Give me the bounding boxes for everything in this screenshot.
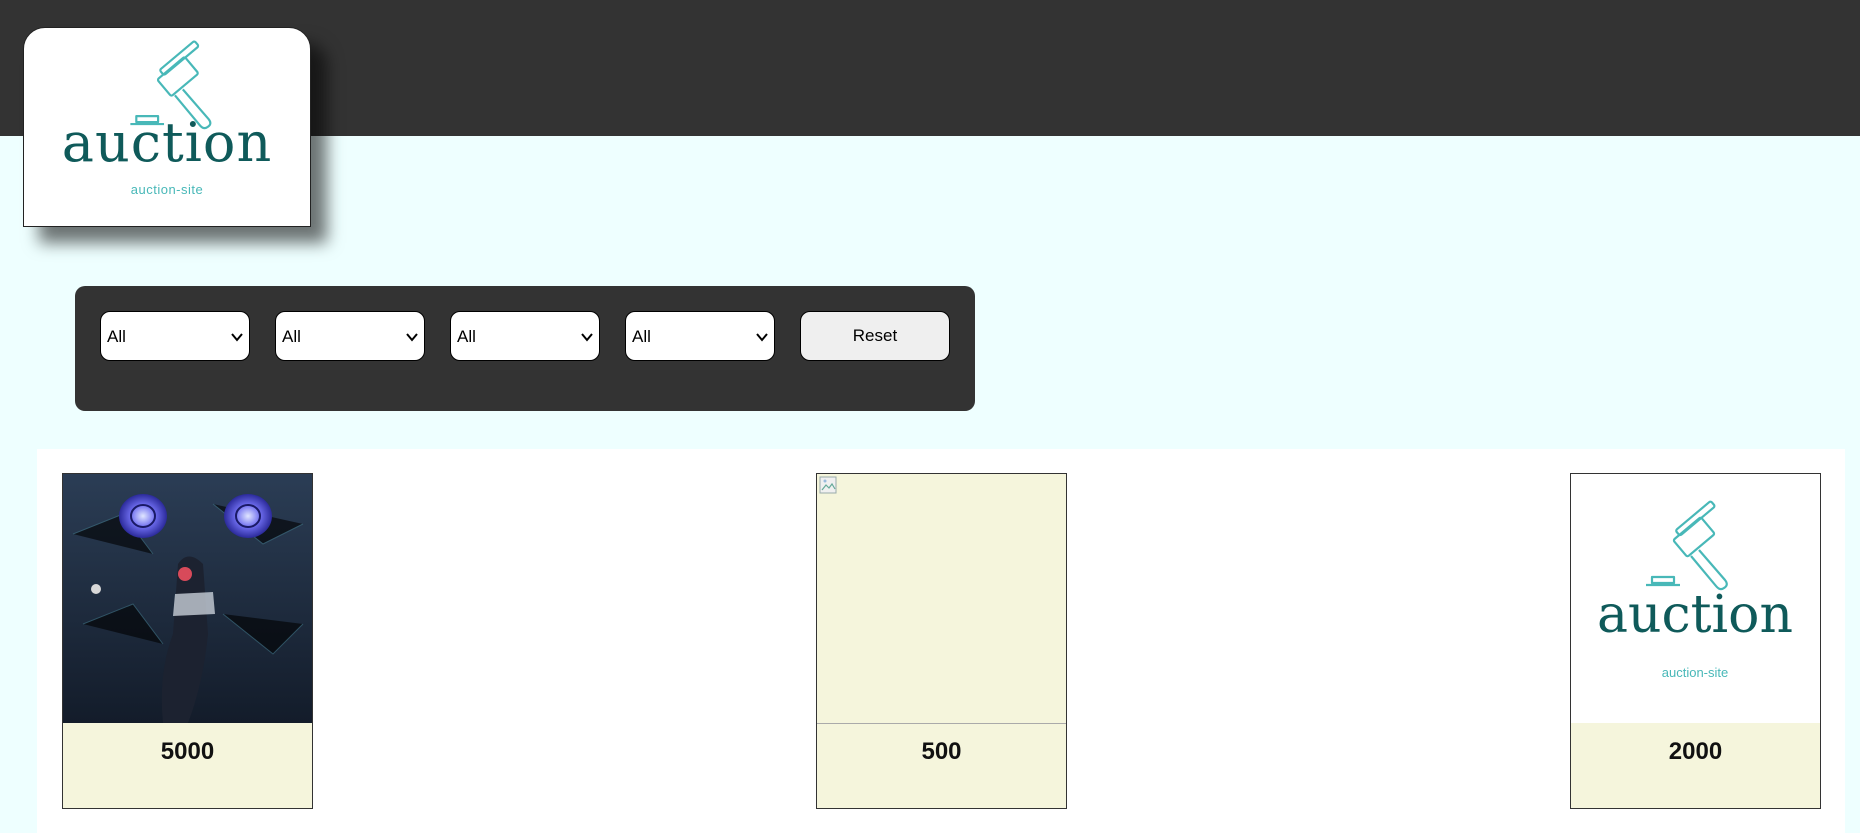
chevron-down-icon xyxy=(756,333,768,342)
logo-subtitle: auction-site xyxy=(130,182,204,197)
auction-logo-image: auction auction-site xyxy=(1571,474,1820,723)
site-logo[interactable]: auction auction-site xyxy=(23,27,311,227)
item-card[interactable]: auction auction-site 2000 xyxy=(1570,473,1821,809)
filter-select-3[interactable]: All xyxy=(450,311,600,361)
items-grid: 5000 500 auction auction-site 2000 xyxy=(37,449,1845,833)
item-card[interactable]: 5000 xyxy=(62,473,313,809)
filter-select-value: All xyxy=(107,327,126,346)
svg-text:auction: auction xyxy=(1597,585,1793,645)
artwork-figure-image xyxy=(63,474,312,723)
filter-select-4[interactable]: All xyxy=(625,311,775,361)
filter-panel: All All All All Reset xyxy=(75,286,975,411)
filter-select-value: All xyxy=(632,327,651,346)
svg-text:auction-site: auction-site xyxy=(1662,665,1728,680)
logo-wordmark: auction xyxy=(61,111,273,174)
filter-select-1[interactable]: All xyxy=(100,311,250,361)
reset-button[interactable]: Reset xyxy=(800,311,950,361)
filter-select-value: All xyxy=(282,327,301,346)
chevron-down-icon xyxy=(406,333,418,342)
chevron-down-icon xyxy=(231,333,243,342)
filter-select-value: All xyxy=(457,327,476,346)
chevron-down-icon xyxy=(581,333,593,342)
item-image-placeholder xyxy=(817,474,1066,724)
item-price: 5000 xyxy=(160,738,215,765)
filter-select-2[interactable]: All xyxy=(275,311,425,361)
broken-image-icon xyxy=(819,476,837,494)
item-card[interactable]: 500 xyxy=(816,473,1067,809)
item-price: 2000 xyxy=(1668,738,1723,765)
item-price: 500 xyxy=(921,738,962,765)
